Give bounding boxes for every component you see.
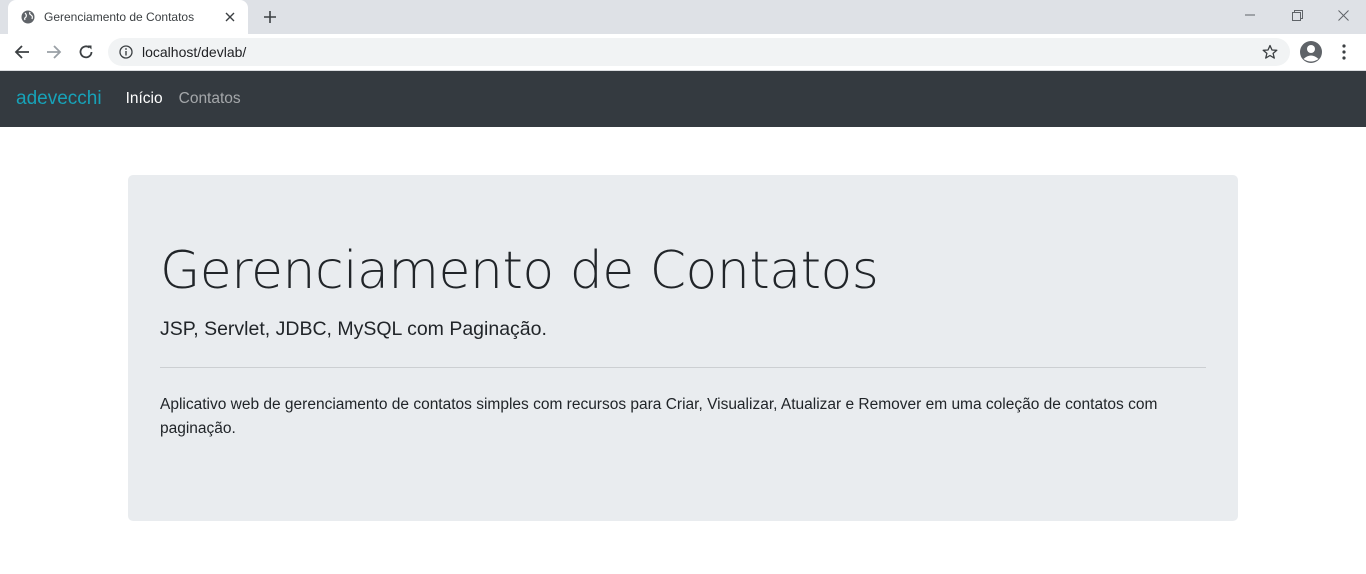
jumbotron: Gerenciamento de Contatos JSP, Servlet, … bbox=[128, 175, 1238, 521]
browser-toolbar: localhost/devlab/ bbox=[0, 34, 1366, 71]
reload-icon[interactable] bbox=[72, 38, 100, 66]
nav-link-contatos[interactable]: Contatos bbox=[179, 90, 241, 108]
browser-tab-strip: Gerenciamento de Contatos bbox=[0, 0, 1366, 34]
divider bbox=[160, 367, 1206, 368]
back-arrow-icon[interactable] bbox=[8, 38, 36, 66]
navbar-brand[interactable]: adevecchi bbox=[16, 88, 102, 110]
window-close-icon[interactable] bbox=[1320, 0, 1366, 30]
tab-title: Gerenciamento de Contatos bbox=[44, 10, 195, 24]
url-text: localhost/devlab/ bbox=[142, 44, 247, 60]
star-icon[interactable] bbox=[1260, 42, 1280, 62]
address-bar[interactable]: localhost/devlab/ bbox=[108, 38, 1290, 66]
account-icon[interactable] bbox=[1298, 39, 1324, 65]
kebab-menu-icon[interactable] bbox=[1332, 39, 1356, 65]
site-navbar: adevecchi Início Contatos bbox=[0, 71, 1366, 127]
globe-icon bbox=[20, 9, 36, 25]
forward-arrow-icon[interactable] bbox=[40, 38, 68, 66]
plus-icon[interactable] bbox=[258, 5, 282, 29]
nav-link-inicio[interactable]: Início bbox=[126, 90, 163, 108]
description-text: Aplicativo web de gerenciamento de conta… bbox=[160, 396, 1158, 437]
minimize-icon[interactable] bbox=[1227, 0, 1273, 30]
page-title: Gerenciamento de Contatos bbox=[160, 241, 879, 301]
info-icon[interactable] bbox=[118, 44, 134, 60]
restore-icon[interactable] bbox=[1274, 0, 1320, 30]
lead-text: JSP, Servlet, JDBC, MySQL com Paginação. bbox=[160, 318, 547, 340]
browser-tab[interactable]: Gerenciamento de Contatos bbox=[8, 0, 248, 34]
close-icon[interactable] bbox=[222, 9, 238, 25]
